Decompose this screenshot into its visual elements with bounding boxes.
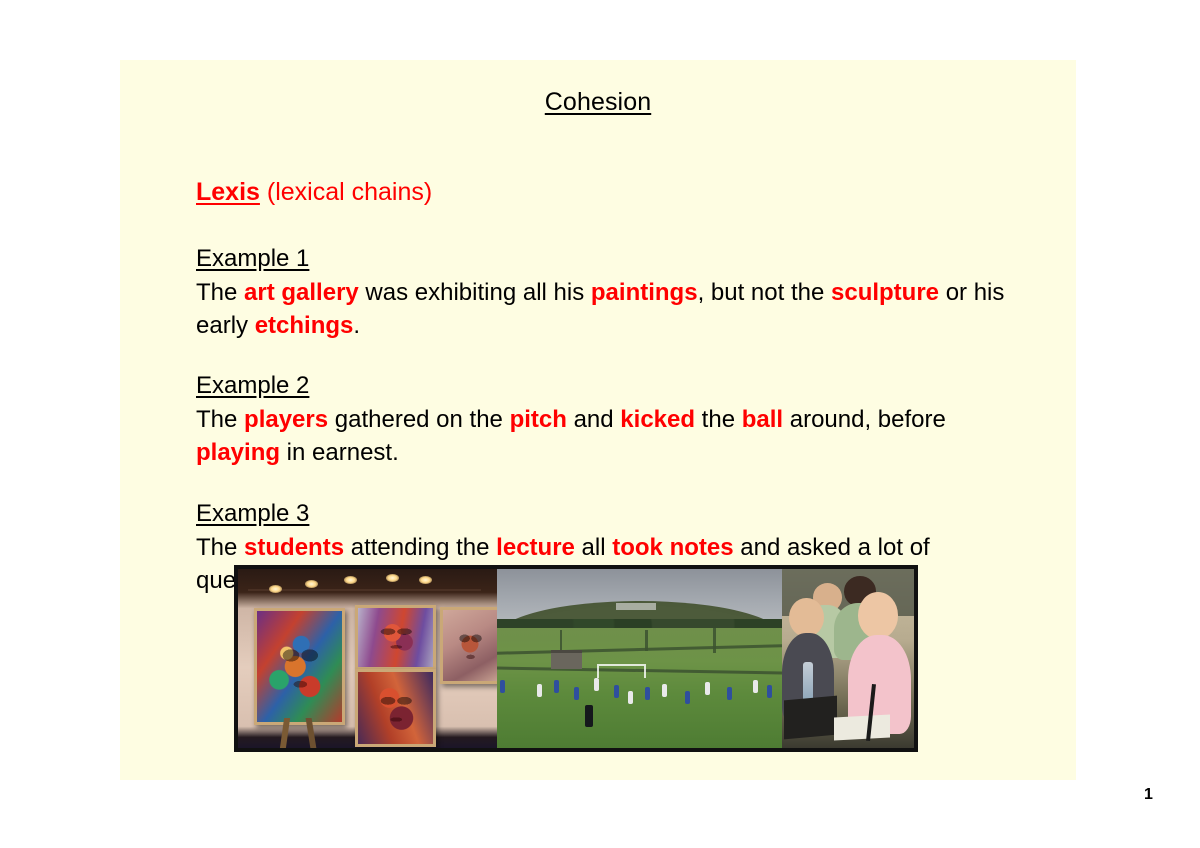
painting-face [357,672,433,744]
seg-highlight: students [244,534,345,561]
pitch-player [661,683,667,697]
seg-plain: attending the [344,534,497,561]
seg-highlight: sculpture [831,279,940,306]
example-3-heading: Example 3 [196,498,1026,530]
slide-title-text: Cohesion [544,88,652,116]
seg-highlight: paintings [590,279,698,306]
pitch-player [644,687,650,701]
example-block-1: Example 1 The art gallery was exhibiting… [196,243,1026,342]
seg-plain: around, before [783,406,946,433]
painting-face [442,609,497,682]
seg-highlight: pitch [509,406,567,433]
pitch-player [573,687,579,701]
example-2-body: The players gathered on the pitch and ki… [196,403,1026,469]
pitch-player [767,685,773,699]
example-1-heading-text: Example 1 [196,245,310,272]
pitch-player [536,683,542,697]
seg-plain: all [574,534,613,561]
farmhouse [550,649,583,670]
pitch-player [613,685,619,699]
example-3-heading-text: Example 3 [196,500,310,527]
seg-highlight: playing [196,439,281,466]
painting-face [357,607,433,667]
painting-face [256,611,342,723]
hilltop-buildings [616,603,657,611]
student-head [789,597,824,637]
photo-strip [234,565,918,752]
field-hedge [713,628,717,654]
gallery-light-track [248,588,482,591]
seg-plain: , but not the [697,279,831,306]
seg-highlight: kicked [620,406,696,433]
student-head [858,592,899,639]
pitch-player [553,679,559,693]
seg-plain: and [566,406,621,433]
gallery-spotlight [305,579,319,588]
pitch-player [593,678,599,692]
seg-plain: The [196,534,245,561]
art-gallery-photo [238,569,497,748]
example-2-heading-text: Example 2 [196,372,310,399]
goal-posts [596,663,647,679]
gallery-painting [253,608,345,726]
slide-title: Cohesion [120,88,1076,117]
lexis-subtitle: Lexis (lexical chains) [196,178,432,207]
seg-highlight: took notes [612,534,734,561]
seg-plain: was exhibiting all his [358,279,591,306]
example-2-heading: Example 2 [196,370,1026,402]
seg-plain: . [353,312,361,339]
seg-plain: gathered on the [328,406,510,433]
example-block-2: Example 2 The players gathered on the pi… [196,370,1026,469]
pitch-player [727,687,733,701]
seg-plain: The [196,406,245,433]
seg-highlight: art gallery [244,279,359,306]
seg-plain: the [695,406,742,433]
notes-paper [834,714,891,741]
gallery-painting [439,606,497,685]
seg-highlight: players [244,406,329,433]
field-hedge [644,629,648,652]
page-number: 1 [1144,786,1153,803]
pitch-player [499,679,505,693]
pitch-player [627,690,633,704]
seg-highlight: etchings [254,312,354,339]
example-1-heading: Example 1 [196,243,1026,275]
pitch-referee [585,705,594,728]
seg-plain: in earnest. [280,439,399,466]
pitch-player [684,690,690,704]
laptop [784,695,838,740]
pitch-player [704,681,710,695]
lexis-keyword: Lexis [196,178,260,206]
pitch-player [753,679,759,693]
lecture-students-photo [781,569,914,748]
slide-canvas: Cohesion Lexis (lexical chains) Example … [120,60,1076,780]
gallery-painting [354,604,436,670]
lexis-parenthetical: (lexical chains) [259,178,433,206]
gallery-painting [354,669,436,747]
football-pitch-photo [496,569,782,748]
example-1-body: The art gallery was exhibiting all his p… [196,276,1026,342]
seg-plain: The [196,279,245,306]
seg-highlight: ball [741,406,784,433]
seg-highlight: lecture [496,534,575,561]
